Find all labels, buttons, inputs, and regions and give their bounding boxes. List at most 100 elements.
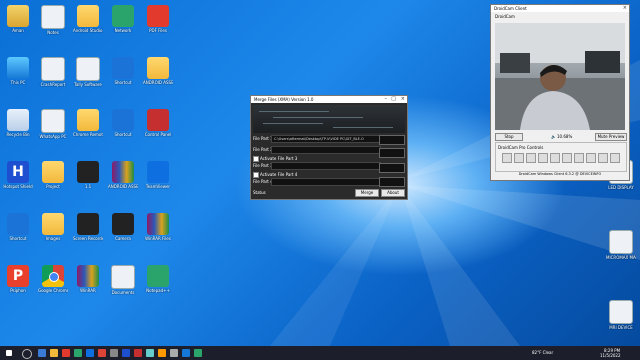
- control-button[interactable]: [502, 153, 512, 163]
- control-button[interactable]: [610, 153, 620, 163]
- desktop-icon[interactable]: Camera: [108, 213, 138, 241]
- desktop-icon[interactable]: Project: [38, 161, 68, 189]
- desktop-icon[interactable]: P Psiphon: [3, 265, 33, 293]
- control-button[interactable]: [550, 153, 560, 163]
- droidcam-close-button[interactable]: ×: [623, 5, 627, 12]
- desktop-icon[interactable]: Aman: [3, 5, 33, 33]
- pdf-icon: [147, 5, 169, 27]
- desktop-icon[interactable]: This PC: [3, 57, 33, 85]
- taskbar-app-icon[interactable]: [98, 349, 106, 357]
- document-icon: [111, 265, 135, 289]
- desktop-icon[interactable]: Chrome Remote: [73, 109, 103, 137]
- desktop-icon[interactable]: ANDROID ASSET STUDIO: [143, 57, 173, 85]
- document-icon: [609, 230, 633, 254]
- mute-preview-button[interactable]: Mute Preview: [595, 133, 627, 141]
- desktop-icon[interactable]: Network: [108, 5, 138, 33]
- browse-part2-button[interactable]: [379, 148, 405, 158]
- desktop-icon[interactable]: PDF Files: [143, 5, 173, 33]
- desktop-icon-label: Shortcut: [114, 132, 132, 137]
- desktop-icon-label: CrashReport: [40, 82, 66, 87]
- taskbar-app-icon[interactable]: [158, 349, 166, 357]
- desktop-icon[interactable]: Notepad++: [143, 265, 173, 293]
- control-button[interactable]: [526, 153, 536, 163]
- recorder-icon: [77, 213, 99, 235]
- merge-files-window[interactable]: Merge Files (XMA) Version 1.0 – □ × File…: [250, 95, 408, 200]
- close-button[interactable]: ×: [401, 96, 405, 103]
- merge-title: Merge Files (XMA) Version 1.0: [254, 97, 314, 102]
- control-button[interactable]: [598, 153, 608, 163]
- control-button[interactable]: [562, 153, 572, 163]
- maximize-button[interactable]: □: [391, 96, 396, 103]
- minimize-button[interactable]: –: [385, 96, 388, 103]
- taskbar-app-icon[interactable]: [194, 349, 202, 357]
- control-button[interactable]: [574, 153, 584, 163]
- desktop-icon[interactable]: Recycle Bin: [3, 109, 33, 137]
- control-button[interactable]: [514, 153, 524, 163]
- taskbar-app-icon[interactable]: [182, 349, 190, 357]
- desktop-icon[interactable]: Shortcut: [108, 109, 138, 137]
- taskbar-app-icon[interactable]: [38, 349, 46, 357]
- taskbar-app-icon[interactable]: [74, 349, 82, 357]
- taskbar-app-icon[interactable]: [62, 349, 70, 357]
- desktop-icon[interactable]: 1.1: [73, 161, 103, 189]
- desktop-icon[interactable]: MRI DEVICE: [606, 300, 636, 330]
- taskbar-app-icon[interactable]: [146, 349, 154, 357]
- activate-part4-checkbox[interactable]: [253, 172, 259, 178]
- desktop-icon[interactable]: CrashReport: [38, 57, 68, 87]
- merge-titlebar[interactable]: Merge Files (XMA) Version 1.0 – □ ×: [251, 96, 407, 103]
- desktop-icon-label: WinRAR: [80, 288, 96, 293]
- about-button[interactable]: About: [381, 189, 405, 197]
- file-part1-field[interactable]: C:\Users\aftermat\Desktop\TP-V\VIDE PC\G…: [271, 135, 381, 143]
- file-part2-label: File Part 2: [253, 147, 273, 152]
- desktop-icon-label: ANDROID ASSET STUDIO: [108, 184, 138, 189]
- taskbar-app-icon[interactable]: [86, 349, 94, 357]
- browse-part4-button[interactable]: [379, 177, 405, 187]
- desktop-icon[interactable]: Images: [38, 213, 68, 241]
- user-folder-icon: [7, 5, 29, 27]
- control-button[interactable]: [586, 153, 596, 163]
- desktop-icon[interactable]: Google Chrome: [38, 265, 68, 293]
- activate-part3-checkbox[interactable]: [253, 156, 259, 162]
- merge-button[interactable]: Merge: [355, 189, 379, 197]
- file-part4-label: File Part 4: [253, 179, 273, 184]
- desktop-icon[interactable]: TeamViewer: [143, 161, 173, 189]
- taskbar-app-icon[interactable]: [134, 349, 142, 357]
- file-part3-field[interactable]: [271, 162, 381, 170]
- file-part2-field[interactable]: [271, 146, 381, 154]
- droidcam-titlebar[interactable]: DroidCam Client ×: [491, 5, 629, 12]
- browse-part1-button[interactable]: [379, 135, 405, 145]
- desktop-icon[interactable]: WinRAR Files: [143, 213, 173, 241]
- speaker-icon[interactable]: 🔈: [551, 134, 556, 139]
- control-button[interactable]: [538, 153, 548, 163]
- lock-icon: [7, 213, 29, 235]
- activate-part4-label: Activate File Part 4: [260, 172, 298, 177]
- stop-button[interactable]: Stop: [495, 133, 523, 141]
- start-button[interactable]: [6, 350, 12, 356]
- desktop-icon[interactable]: Shortcut: [108, 57, 138, 85]
- taskbar-app-icon[interactable]: [122, 349, 130, 357]
- file-part4-field[interactable]: [271, 178, 381, 186]
- desktop-icon[interactable]: MICROMAX MAGSTYLE S3: [606, 230, 636, 260]
- desktop-icon[interactable]: Android Studio Programs: [73, 5, 103, 33]
- desktop-icon[interactable]: Screen Recorder: [73, 213, 103, 241]
- desktop-icon-label: Chrome Remote: [73, 132, 103, 137]
- desktop-icon[interactable]: Shortcut: [3, 213, 33, 241]
- desktop-icon[interactable]: Tally Software: [73, 57, 103, 87]
- browse-part3-button[interactable]: [379, 163, 405, 173]
- desktop-icon[interactable]: ANDROID ASSET STUDIO: [108, 161, 138, 189]
- video-icon: [77, 161, 99, 183]
- weather-text[interactable]: 82°F Clear: [532, 350, 553, 355]
- search-icon[interactable]: [22, 349, 32, 359]
- taskbar-app-icon[interactable]: [50, 349, 58, 357]
- desktop-icon-label: Hotspot Shield: [3, 184, 33, 189]
- clock-date[interactable]: 11/5/2022: [600, 353, 621, 358]
- desktop-icon[interactable]: Documents: [108, 265, 138, 295]
- desktop-icon[interactable]: Control Panel: [143, 109, 173, 137]
- taskbar-app-icon[interactable]: [170, 349, 178, 357]
- desktop-icon[interactable]: WhatsApp PC: [38, 109, 68, 139]
- droidcam-window[interactable]: DroidCam Client × DroidCam Stop 🔈 10.68%…: [490, 4, 630, 181]
- desktop-icon[interactable]: Notes: [38, 5, 68, 35]
- desktop-icon[interactable]: WinRAR: [73, 265, 103, 293]
- taskbar-app-icon[interactable]: [110, 349, 118, 357]
- desktop-icon[interactable]: H Hotspot Shield: [3, 161, 33, 189]
